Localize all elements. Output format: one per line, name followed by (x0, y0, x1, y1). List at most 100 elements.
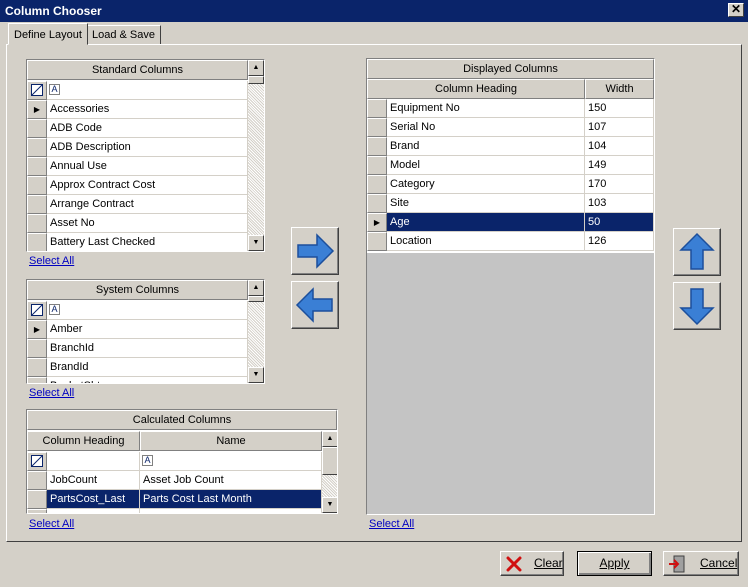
row-selector[interactable] (367, 175, 387, 194)
row-selector[interactable] (367, 118, 387, 137)
calculated-columns-grid: Calculated Columns Column Heading Name A… (26, 409, 338, 514)
table-row[interactable]: Arrange Contract (27, 195, 248, 214)
row-selector[interactable] (367, 232, 387, 251)
table-row[interactable]: Approx Contract Cost (27, 176, 248, 195)
close-icon: ✕ (730, 2, 742, 16)
tab-load-save[interactable]: Load & Save (86, 25, 161, 45)
scroll-up-icon[interactable]: ▲ (248, 60, 264, 76)
filter-clear-icon[interactable] (27, 301, 47, 320)
row-selector[interactable] (27, 339, 47, 358)
calculated-scrollbar[interactable]: ▲ ▼ (322, 431, 337, 513)
scroll-down-icon[interactable]: ▼ (322, 497, 337, 513)
row-selector[interactable] (367, 156, 387, 175)
row-selector[interactable] (27, 176, 47, 195)
scroll-down-icon[interactable]: ▼ (248, 367, 264, 383)
table-row[interactable]: Brand 104 (367, 137, 654, 156)
tab-define-layout-label: Define Layout (14, 29, 82, 41)
grid-cell: Category (387, 175, 585, 194)
move-down-button[interactable] (673, 282, 721, 330)
table-row[interactable]: Model 149 (367, 156, 654, 175)
row-selector[interactable] (27, 471, 47, 490)
filter-clear-icon[interactable] (27, 81, 47, 100)
grid-cell: 170 (585, 175, 654, 194)
row-selector[interactable] (367, 194, 387, 213)
table-row[interactable]: ADB Code (27, 119, 248, 138)
row-selector[interactable]: ▶ (27, 320, 47, 339)
row-selector[interactable]: ▶ (367, 213, 387, 232)
row-selector[interactable] (27, 214, 47, 233)
calculated-filter-row[interactable]: A (27, 452, 323, 471)
table-row[interactable]: BranchId (27, 339, 248, 358)
remove-column-button[interactable] (291, 281, 339, 329)
row-selector[interactable] (27, 509, 47, 513)
row-selector[interactable] (27, 138, 47, 157)
row-selector[interactable] (27, 377, 47, 383)
table-row[interactable]: ▶ Amber (27, 320, 248, 339)
close-button[interactable]: ✕ (728, 3, 744, 17)
grid-cell: BucketSht (47, 377, 248, 383)
table-row[interactable]: BrandId (27, 358, 248, 377)
table-row[interactable]: Asset No (27, 214, 248, 233)
table-row[interactable]: Battery Last Checked (27, 233, 248, 251)
row-selector[interactable] (367, 99, 387, 118)
table-row[interactable]: PPHCount_LastPPH Job Last Month (27, 509, 323, 513)
grid-cell: Brand (387, 137, 585, 156)
table-row[interactable]: Category 170 (367, 175, 654, 194)
system-filter-row[interactable]: A (27, 301, 248, 320)
row-selector[interactable] (27, 358, 47, 377)
apply-button-label: Apply (599, 556, 630, 570)
move-up-button[interactable] (673, 228, 721, 276)
standard-scrollbar[interactable]: ▲ ▼ (248, 60, 264, 251)
scroll-down-icon[interactable]: ▼ (248, 235, 264, 251)
table-row[interactable]: Location 126 (367, 232, 654, 251)
table-row[interactable]: Serial No 107 (367, 118, 654, 137)
apply-button[interactable]: Apply (577, 551, 652, 576)
filter-clear-icon[interactable] (27, 452, 47, 471)
grid-cell: Age (387, 213, 585, 232)
scroll-up-icon[interactable]: ▲ (248, 280, 264, 296)
table-row[interactable]: Site 103 (367, 194, 654, 213)
row-selector[interactable] (27, 233, 47, 251)
table-row[interactable]: BucketSht (27, 377, 248, 383)
calc-col-heading-header[interactable]: Column Heading (27, 431, 140, 451)
grid-cell: 104 (585, 137, 654, 156)
displayed-select-all-link[interactable]: Select All (369, 518, 414, 530)
system-select-all-link[interactable]: Select All (29, 387, 74, 399)
calc-col-name-header[interactable]: Name (140, 431, 322, 451)
cancel-button-label: Cancel (700, 556, 738, 570)
displayed-columns-header: Displayed Columns (367, 59, 654, 79)
table-row[interactable]: JobCount Asset Job Count (27, 471, 323, 490)
calculated-select-all-link[interactable]: Select All (29, 518, 74, 530)
row-selector[interactable] (27, 157, 47, 176)
clear-button[interactable]: Clear (500, 551, 564, 576)
table-row[interactable]: Equipment No 150 (367, 99, 654, 118)
grid-cell: PPH Job Last Month (140, 509, 322, 513)
standard-filter-row[interactable]: A (27, 81, 248, 100)
scroll-thumb[interactable] (248, 296, 264, 302)
scroll-thumb[interactable] (322, 447, 337, 475)
disp-col-heading-header[interactable]: Column Heading (367, 79, 585, 99)
grid-cell: Arrange Contract (47, 195, 248, 214)
table-row[interactable]: ADB Description (27, 138, 248, 157)
table-row[interactable]: ▶ Age 50 (367, 213, 654, 232)
standard-select-all-link[interactable]: Select All (29, 255, 74, 267)
grid-cell: Asset No (47, 214, 248, 233)
scroll-up-icon[interactable]: ▲ (322, 431, 337, 447)
grid-cell: Location (387, 232, 585, 251)
add-column-button[interactable] (291, 227, 339, 275)
disp-col-width-header[interactable]: Width (585, 79, 654, 99)
cancel-button[interactable]: Cancel (663, 551, 739, 576)
table-row[interactable]: Annual Use (27, 157, 248, 176)
table-row[interactable]: PartsCost_Last Parts Cost Last Month (27, 490, 323, 509)
row-selector[interactable] (367, 137, 387, 156)
system-scrollbar[interactable]: ▲ ▼ (248, 280, 264, 383)
row-selector[interactable] (27, 195, 47, 214)
scroll-thumb[interactable] (248, 76, 264, 84)
grid-cell: JobCount (47, 471, 140, 490)
tab-define-layout[interactable]: Define Layout (8, 23, 88, 45)
row-selector[interactable] (27, 490, 47, 509)
row-selector[interactable] (27, 119, 47, 138)
row-selector[interactable]: ▶ (27, 100, 47, 119)
table-row[interactable]: ▶ Accessories (27, 100, 248, 119)
standard-columns-header: Standard Columns (27, 60, 248, 80)
